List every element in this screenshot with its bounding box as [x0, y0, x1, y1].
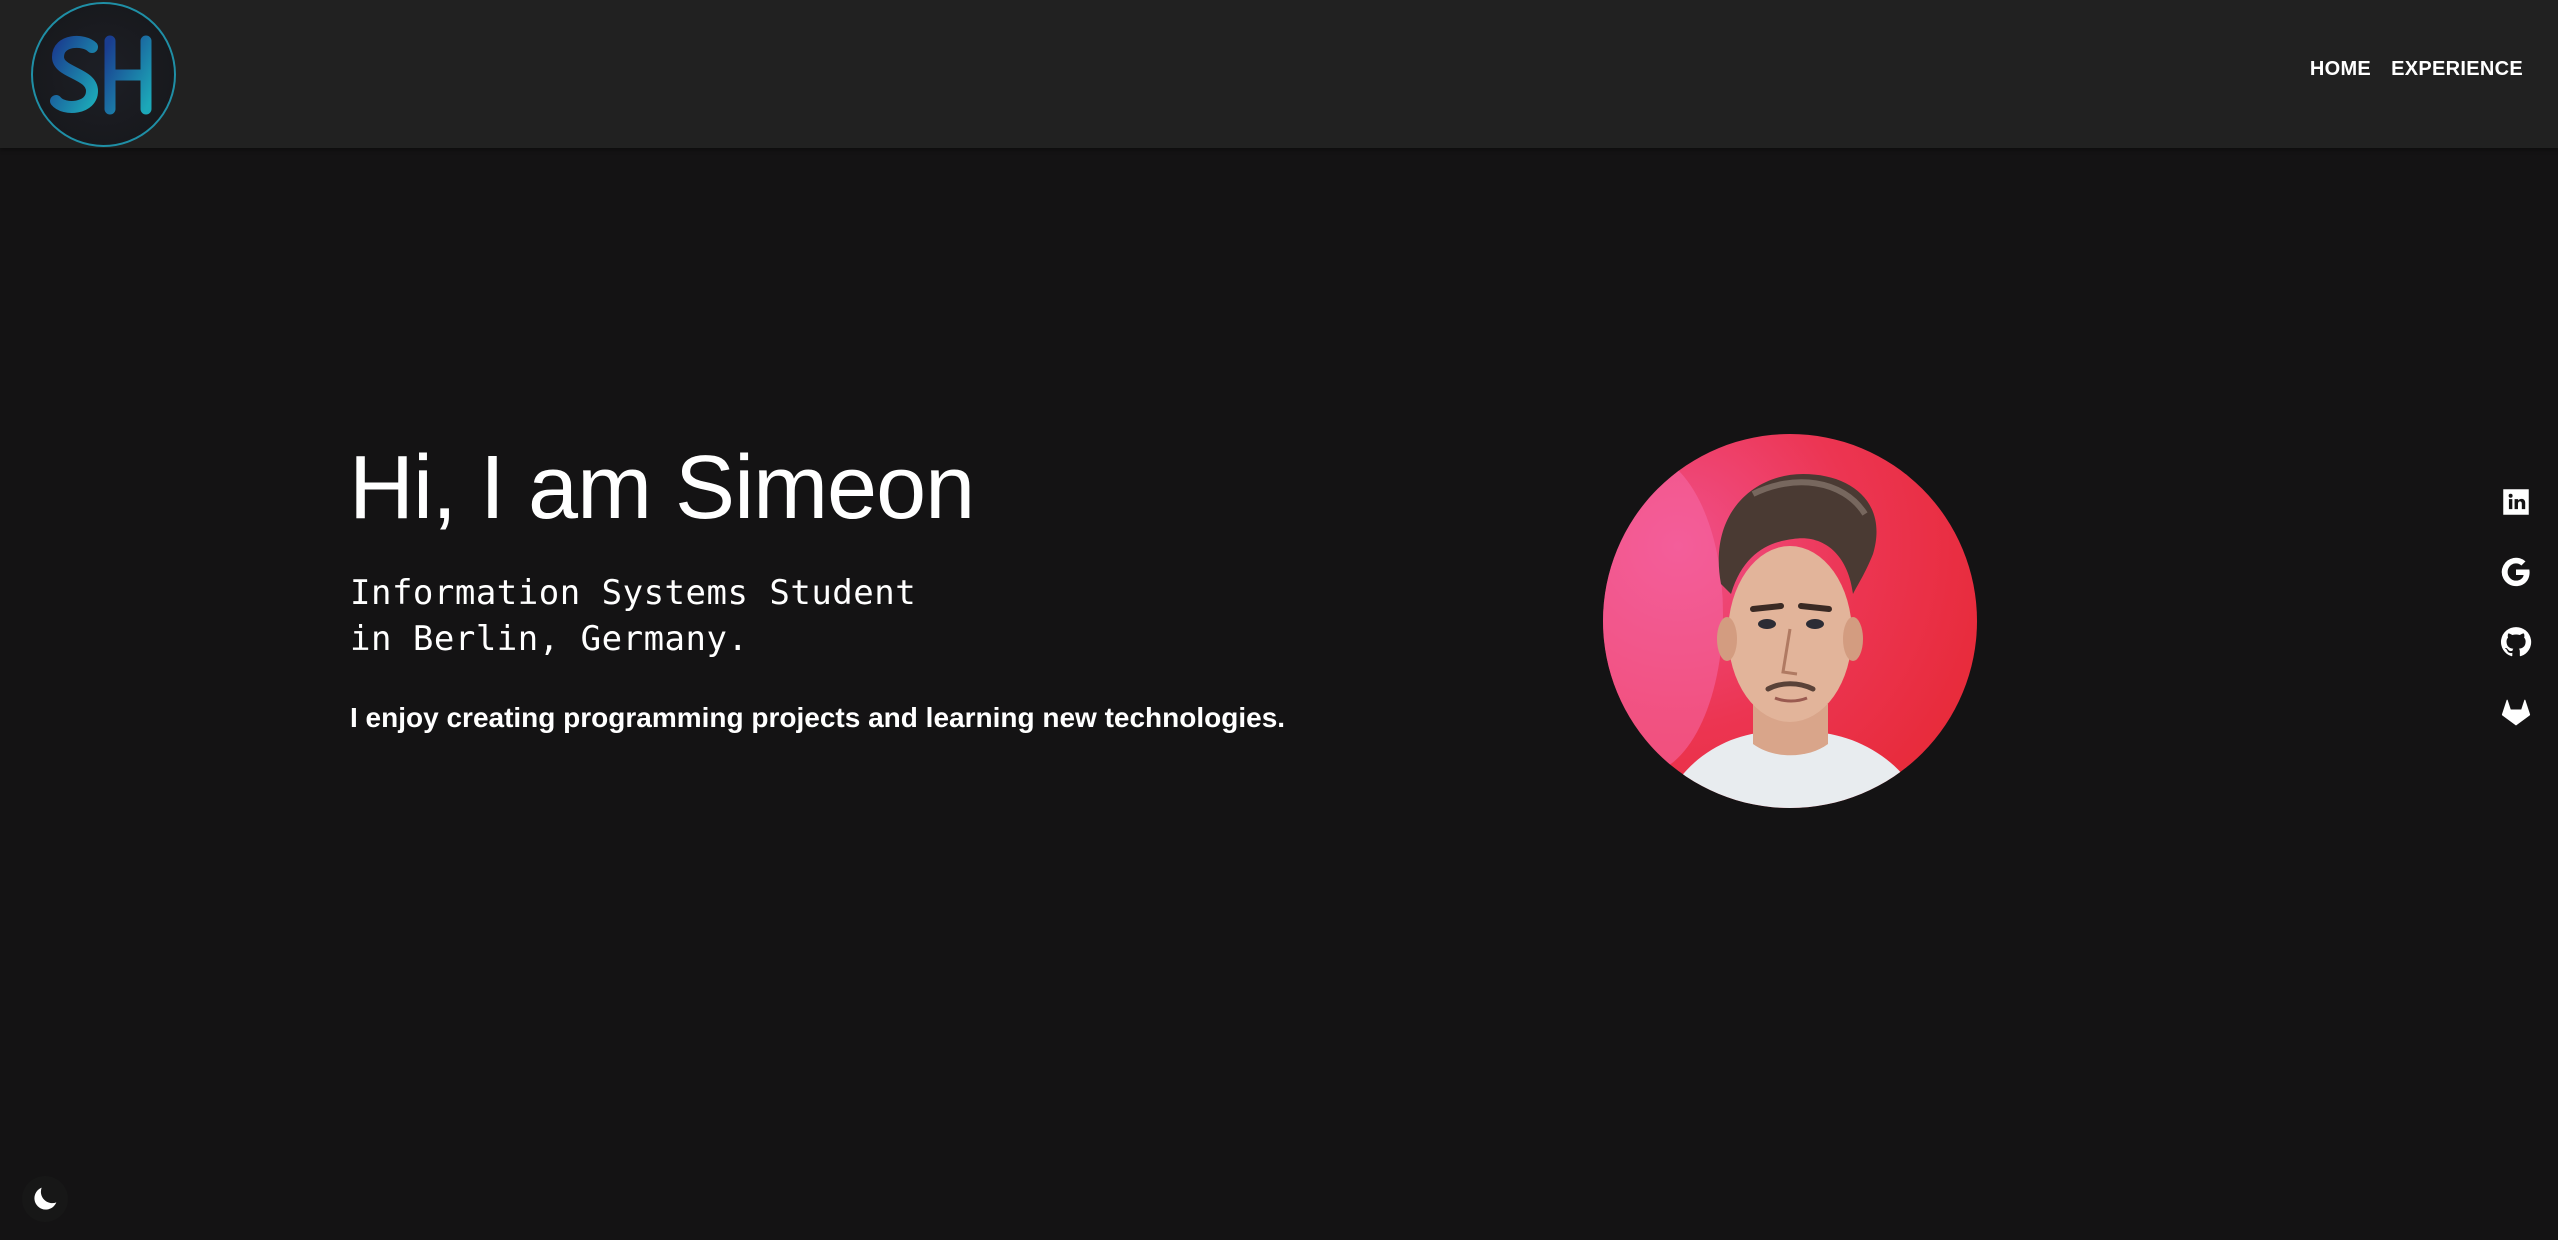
google-link[interactable]	[2496, 552, 2536, 592]
nav-experience-link[interactable]: EXPERIENCE	[2391, 58, 2523, 81]
profile-photo	[1603, 434, 1977, 808]
hero-subtitle-line-1: Information Systems Student	[350, 573, 917, 613]
theme-toggle-button[interactable]	[22, 1176, 68, 1222]
main-nav: HOME EXPERIENCE	[2310, 58, 2523, 81]
linkedin-icon	[2503, 489, 2529, 515]
hero-subtitle-line-2: in Berlin, Germany.	[350, 619, 749, 659]
gitlab-icon	[2501, 699, 2531, 726]
gitlab-link[interactable]	[2496, 692, 2536, 732]
social-links	[2496, 482, 2536, 732]
sh-monogram-logo-icon	[49, 35, 151, 114]
hero-title: Hi, I am Simeon	[349, 438, 975, 538]
google-icon	[2501, 557, 2530, 587]
moon-icon	[34, 1187, 57, 1210]
github-link[interactable]	[2496, 622, 2536, 662]
nav-home-link[interactable]: HOME	[2310, 58, 2371, 81]
hero-description: I enjoy creating programming projects an…	[350, 702, 1286, 733]
linkedin-link[interactable]	[2496, 482, 2536, 522]
hero-subtitle: Information Systems Student in Berlin, G…	[350, 570, 916, 662]
logo-home-link[interactable]	[31, 2, 176, 147]
github-icon	[2500, 627, 2532, 657]
site-header: HOME EXPERIENCE	[0, 0, 2558, 148]
profile-photo-illustration	[1603, 454, 1923, 808]
